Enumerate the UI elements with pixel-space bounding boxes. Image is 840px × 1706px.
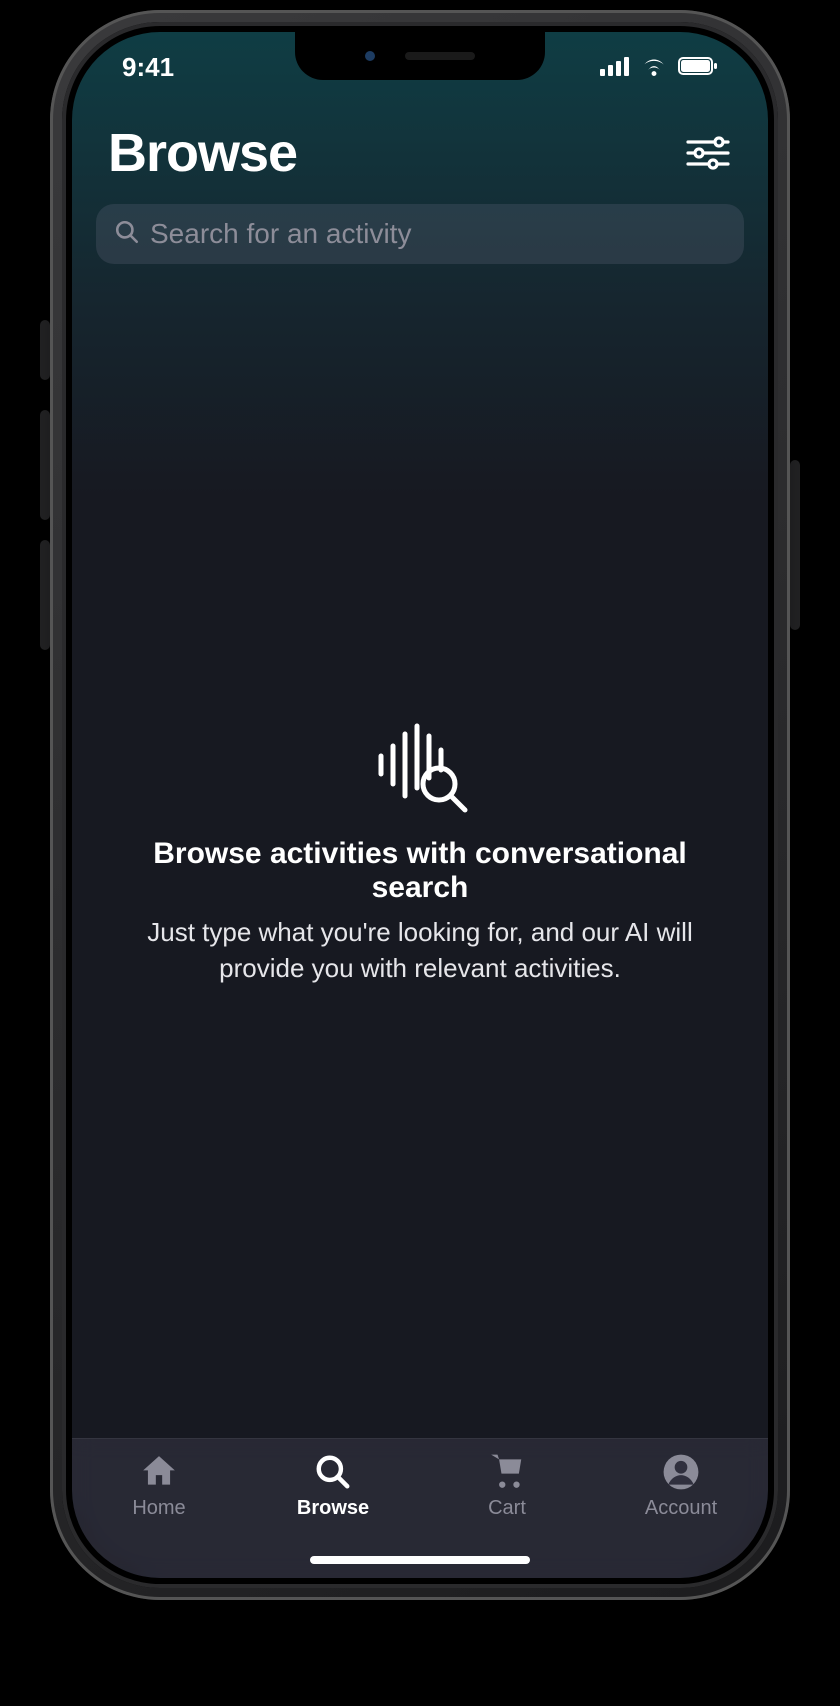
search-input[interactable] bbox=[150, 218, 726, 250]
empty-state-subtitle: Just type what you're looking for, and o… bbox=[132, 915, 708, 985]
app-screen: 9:41 Browse bbox=[72, 32, 768, 1578]
sliders-icon bbox=[685, 136, 731, 170]
page-title: Browse bbox=[108, 122, 297, 184]
cart-icon bbox=[486, 1453, 528, 1491]
search-bar[interactable] bbox=[96, 204, 744, 264]
battery-icon bbox=[678, 52, 718, 83]
empty-state-title: Browse activities with conversational se… bbox=[132, 837, 708, 905]
tab-label: Account bbox=[645, 1497, 717, 1520]
search-icon bbox=[313, 1453, 353, 1491]
ai-search-icon bbox=[365, 716, 475, 821]
tab-label: Home bbox=[132, 1497, 185, 1520]
device-notch bbox=[295, 32, 545, 80]
status-indicators bbox=[600, 52, 718, 83]
status-time: 9:41 bbox=[122, 52, 174, 83]
page-header: Browse bbox=[72, 102, 768, 196]
home-icon bbox=[139, 1453, 179, 1491]
tab-label: Cart bbox=[488, 1497, 526, 1520]
power-button bbox=[790, 460, 800, 630]
tab-label: Browse bbox=[297, 1497, 369, 1520]
front-camera-icon bbox=[365, 51, 375, 61]
speaker-grille bbox=[405, 52, 475, 60]
tab-home[interactable]: Home bbox=[72, 1453, 246, 1520]
silence-switch bbox=[40, 320, 50, 380]
tab-cart[interactable]: Cart bbox=[420, 1453, 594, 1520]
phone-frame: 9:41 Browse bbox=[50, 10, 790, 1600]
wifi-icon bbox=[640, 52, 668, 83]
tab-account[interactable]: Account bbox=[594, 1453, 768, 1520]
volume-down-button bbox=[40, 540, 50, 650]
search-container bbox=[72, 196, 768, 264]
search-icon bbox=[114, 219, 140, 250]
volume-up-button bbox=[40, 410, 50, 520]
tab-browse[interactable]: Browse bbox=[246, 1453, 420, 1520]
cellular-signal-icon bbox=[600, 52, 630, 83]
empty-state: Browse activities with conversational se… bbox=[72, 264, 768, 1438]
account-icon bbox=[661, 1453, 701, 1491]
phone-bezel: 9:41 Browse bbox=[62, 22, 778, 1588]
filter-button[interactable] bbox=[684, 129, 732, 177]
home-indicator[interactable] bbox=[310, 1556, 530, 1564]
